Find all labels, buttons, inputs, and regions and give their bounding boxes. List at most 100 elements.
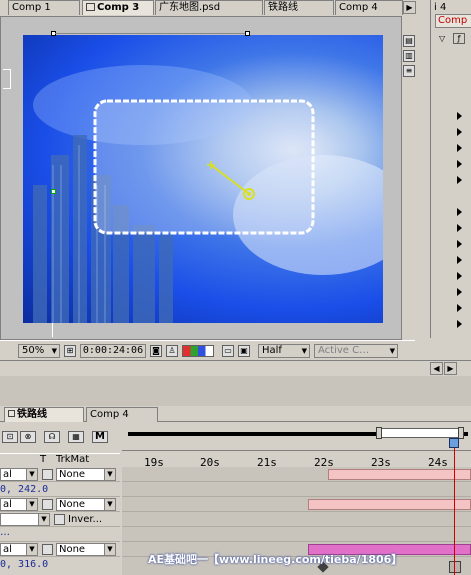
zoom-dropdown[interactable]: 50% ▼ bbox=[18, 344, 60, 358]
right-panel-tab[interactable]: Comp bbox=[435, 14, 471, 28]
expand-row-icon[interactable] bbox=[457, 144, 462, 152]
comp-flowchart-icon[interactable]: ▤ bbox=[403, 35, 415, 47]
glass-box bbox=[93, 99, 315, 235]
collapse-triangle-icon[interactable]: ▽ bbox=[439, 34, 445, 43]
blend-mode-dropdown[interactable]: ▼ bbox=[0, 513, 50, 526]
expand-row-icon[interactable] bbox=[457, 160, 462, 168]
layer-outline: al ▼ None ▼ 0, 242.0 al ▼ None ▼ ▼ Inver... … bbox=[0, 467, 120, 575]
timeline-tab-railway[interactable]: 铁路线 bbox=[4, 407, 84, 422]
transparency-grid-icon[interactable]: ▣ bbox=[238, 345, 250, 357]
viewer-toolbar: 50% ▼ ⊞ 0:00:24:06 ◙ ♙ ▭ ▣ Half ▼ Active C… bbox=[0, 340, 415, 360]
cti-head[interactable] bbox=[449, 438, 459, 448]
expand-row-icon[interactable] bbox=[457, 256, 462, 264]
time-navigator[interactable] bbox=[128, 426, 468, 440]
trkmat-dropdown[interactable]: None ▼ bbox=[56, 468, 116, 481]
timeline-tab-comp-4[interactable]: Comp 4 bbox=[86, 407, 158, 422]
resolution-dropdown[interactable]: Half ▼ bbox=[258, 344, 310, 358]
handle-left-mid[interactable] bbox=[51, 189, 56, 194]
keyframe-marker[interactable] bbox=[449, 561, 461, 573]
time-ruler[interactable]: 19s 20s 21s 22s 23s 24s bbox=[122, 450, 471, 469]
timecode-display[interactable]: 0:00:24:06 bbox=[80, 344, 146, 358]
navigator-range[interactable] bbox=[380, 428, 460, 438]
expand-row-icon[interactable] bbox=[457, 304, 462, 312]
expand-row-icon[interactable] bbox=[457, 224, 462, 232]
left-bracket bbox=[3, 69, 11, 89]
trkmat-inverted-label[interactable]: Inver... bbox=[68, 514, 102, 525]
options-menu-icon[interactable]: ≡ bbox=[403, 65, 415, 77]
preserve-transparency-checkbox[interactable] bbox=[42, 499, 53, 510]
tab-comp-3[interactable]: Comp 3 bbox=[82, 0, 154, 15]
handle-bottom-left[interactable] bbox=[52, 323, 53, 337]
trkmat-dropdown[interactable]: None ▼ bbox=[56, 543, 116, 556]
row-divider bbox=[122, 541, 471, 542]
channel-color-icon[interactable] bbox=[182, 345, 214, 357]
hide-shy-layers-icon[interactable]: ☊ bbox=[44, 431, 60, 443]
viewer-hscroll[interactable]: ◀ ▶ bbox=[0, 360, 471, 376]
tab-guangdong-map[interactable]: 广东地图.psd bbox=[155, 0, 263, 15]
scroll-left-arrow[interactable]: ◀ bbox=[430, 362, 443, 375]
snapshot-icon[interactable]: ▥ bbox=[403, 50, 415, 62]
effects-switch-icon[interactable]: ƒ bbox=[453, 33, 465, 44]
blend-mode-dropdown[interactable]: al ▼ bbox=[0, 468, 38, 481]
preserve-transparency-checkbox[interactable] bbox=[42, 469, 53, 480]
comp-icon bbox=[86, 3, 95, 11]
handle-top-line bbox=[55, 33, 245, 34]
expand-row-icon[interactable] bbox=[457, 208, 462, 216]
tab-scroll-right-arrow[interactable]: ▶ bbox=[403, 1, 416, 14]
expand-row-icon[interactable] bbox=[457, 240, 462, 248]
column-header: T TrkMat bbox=[0, 453, 120, 467]
tab-comp-4[interactable]: Comp 4 bbox=[335, 0, 403, 15]
row-divider bbox=[122, 481, 471, 482]
right-panel: i 4 Comp ▽ ƒ bbox=[430, 0, 471, 338]
position-value[interactable]: 0, 316.0 bbox=[0, 559, 48, 570]
tab-comp-1[interactable]: Comp 1 bbox=[8, 0, 80, 15]
timeline-controls: ⊡ ⊗ ☊ ▦ M bbox=[0, 423, 120, 453]
expand-row-icon[interactable] bbox=[457, 112, 462, 120]
navigator-left-handle[interactable] bbox=[376, 427, 382, 439]
layer-switches-icon[interactable]: ⊡ bbox=[2, 431, 18, 443]
frame-blending-icon[interactable]: ▦ bbox=[68, 431, 84, 443]
watermark-text: AE基础吧一【www.lineeg.com/tieba/1806】 bbox=[148, 553, 403, 566]
expand-row-icon[interactable] bbox=[457, 288, 462, 296]
expand-row-icon[interactable] bbox=[457, 272, 462, 280]
preserve-transparency-checkbox[interactable] bbox=[42, 544, 53, 555]
col-t-label: T bbox=[40, 454, 47, 465]
region-of-interest-icon[interactable]: ▭ bbox=[222, 345, 234, 357]
row-divider bbox=[0, 556, 120, 557]
layer-duration-bar[interactable] bbox=[328, 469, 471, 480]
expand-row-icon[interactable] bbox=[457, 320, 462, 328]
tab-railway[interactable]: 铁路线 bbox=[264, 0, 334, 15]
motion-blur-button[interactable]: M bbox=[92, 431, 108, 443]
camera-snapshot-icon[interactable]: ◙ bbox=[150, 345, 162, 357]
blend-mode-dropdown[interactable]: al ▼ bbox=[0, 543, 38, 556]
blend-mode-dropdown[interactable]: al ▼ bbox=[0, 498, 38, 511]
camera-dropdown[interactable]: Active C… ▼ bbox=[314, 344, 398, 358]
expand-row-icon[interactable] bbox=[457, 176, 462, 184]
row-divider bbox=[122, 526, 471, 527]
anchor-point-dot bbox=[247, 192, 251, 196]
row-divider bbox=[0, 526, 120, 527]
row-divider bbox=[122, 496, 471, 497]
expand-dots: … bbox=[0, 527, 10, 538]
row-divider bbox=[0, 511, 120, 512]
comp-icon bbox=[8, 410, 15, 417]
handle-top-mid[interactable] bbox=[245, 31, 250, 36]
comp-canvas[interactable] bbox=[23, 35, 383, 323]
draft-3d-icon[interactable]: ⊗ bbox=[20, 431, 36, 443]
show-snapshot-icon[interactable]: ♙ bbox=[166, 345, 178, 357]
position-value[interactable]: 0, 242.0 bbox=[0, 484, 48, 495]
layer-duration-bar[interactable] bbox=[308, 499, 471, 510]
comp-viewer: ▤ ▥ ≡ bbox=[0, 16, 416, 340]
panel-divider[interactable] bbox=[0, 376, 471, 406]
col-trkmat-label: TrkMat bbox=[56, 454, 90, 465]
safe-zones-icon[interactable]: ⊞ bbox=[64, 345, 76, 357]
current-time-indicator[interactable] bbox=[454, 448, 455, 575]
expand-row-icon[interactable] bbox=[457, 128, 462, 136]
right-panel-tab-number: i 4 bbox=[434, 2, 447, 13]
row-divider bbox=[0, 481, 120, 482]
trkmat-dropdown[interactable]: None ▼ bbox=[56, 498, 116, 511]
timeline-tab-bar: 铁路线 Comp 4 bbox=[0, 406, 471, 422]
preserve-transparency-checkbox[interactable] bbox=[54, 514, 65, 525]
scroll-right-arrow[interactable]: ▶ bbox=[444, 362, 457, 375]
row-divider bbox=[122, 511, 471, 512]
